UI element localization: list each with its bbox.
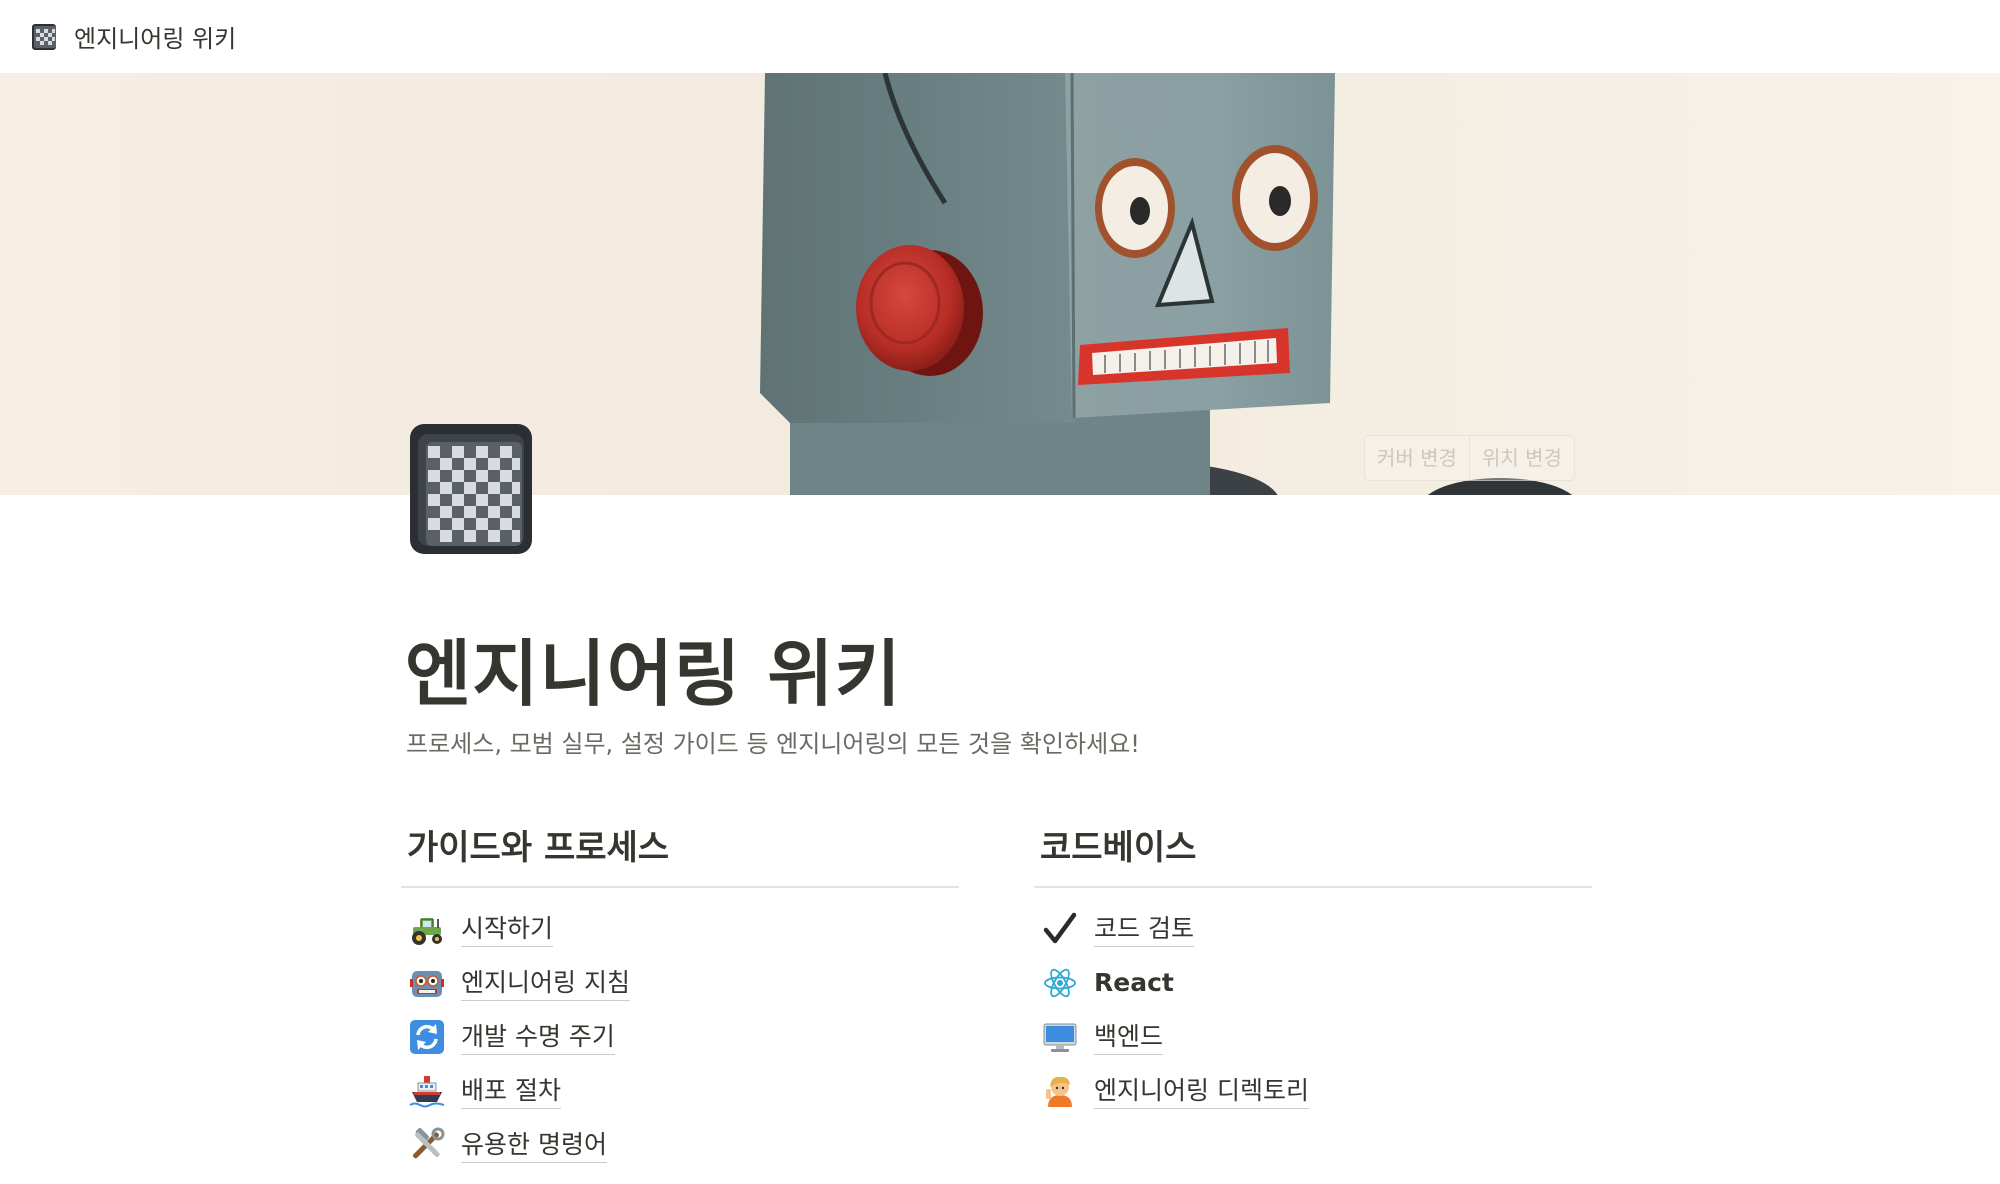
link-engineering-guidelines[interactable]: 엔지니어링 지침: [401, 956, 959, 1010]
notebook-icon: [32, 23, 56, 50]
ship-icon: [409, 1076, 445, 1108]
link-useful-commands[interactable]: 유용한 명령어: [401, 1118, 959, 1172]
link-getting-started[interactable]: 시작하기: [401, 902, 959, 956]
link-label[interactable]: 배포 절차: [461, 1074, 561, 1109]
tools-icon: [412, 1127, 445, 1159]
link-label[interactable]: 코드 검토: [1094, 912, 1194, 947]
cover-actions: 커버 변경 위치 변경: [1364, 435, 1575, 481]
link-react[interactable]: React: [1034, 956, 1592, 1010]
link-label[interactable]: 엔지니어링 디렉토리: [1094, 1074, 1309, 1109]
checkmark-icon: [1043, 912, 1077, 944]
link-code-review[interactable]: 코드 검토: [1034, 902, 1592, 956]
top-bar: 엔지니어링 위키: [0, 0, 2000, 73]
link-label[interactable]: 시작하기: [461, 912, 554, 947]
link-label[interactable]: 개발 수명 주기: [461, 1020, 615, 1055]
react-icon: [1044, 968, 1076, 998]
column-heading: 가이드와 프로세스: [401, 822, 959, 888]
link-label[interactable]: 유용한 명령어: [461, 1128, 607, 1163]
link-label[interactable]: 백엔드: [1094, 1020, 1164, 1055]
page-title[interactable]: 엔지니어링 위키: [405, 615, 902, 720]
link-label[interactable]: 엔지니어링 지침: [461, 966, 630, 1001]
robot-cover-illustration: [760, 73, 1573, 495]
column-heading: 코드베이스: [1034, 822, 1592, 888]
person-icon: [1046, 1076, 1072, 1107]
change-cover-button[interactable]: 커버 변경: [1365, 436, 1469, 480]
link-dev-lifecycle[interactable]: 개발 수명 주기: [401, 1010, 959, 1064]
robot-icon: [410, 971, 444, 997]
breadcrumb-page-title[interactable]: 엔지니어링 위키: [74, 19, 236, 54]
desktop-icon: [1043, 1023, 1077, 1052]
notebook-icon[interactable]: [408, 422, 536, 556]
tractor-icon: [412, 918, 442, 945]
page-description[interactable]: 프로세스, 모범 실무, 설정 가이드 등 엔지니어링의 모든 것을 확인하세요…: [406, 724, 1140, 759]
refresh-icon: [410, 1020, 444, 1054]
link-backend[interactable]: 백엔드: [1034, 1010, 1592, 1064]
cover-image: 커버 변경 위치 변경: [0, 73, 2000, 495]
link-engineering-directory[interactable]: 엔지니어링 디렉토리: [1034, 1064, 1592, 1118]
codebase-column: 코드베이스 코드 검토 React 백엔드 엔지니어링 디렉토리: [1034, 822, 1592, 1118]
reposition-cover-button[interactable]: 위치 변경: [1468, 436, 1574, 480]
link-deploy-process[interactable]: 배포 절차: [401, 1064, 959, 1118]
link-label[interactable]: React: [1094, 966, 1174, 1000]
guides-column: 가이드와 프로세스 시작하기 엔지니어링 지침 개발 수명 주기 배포 절차 유…: [401, 822, 959, 1172]
